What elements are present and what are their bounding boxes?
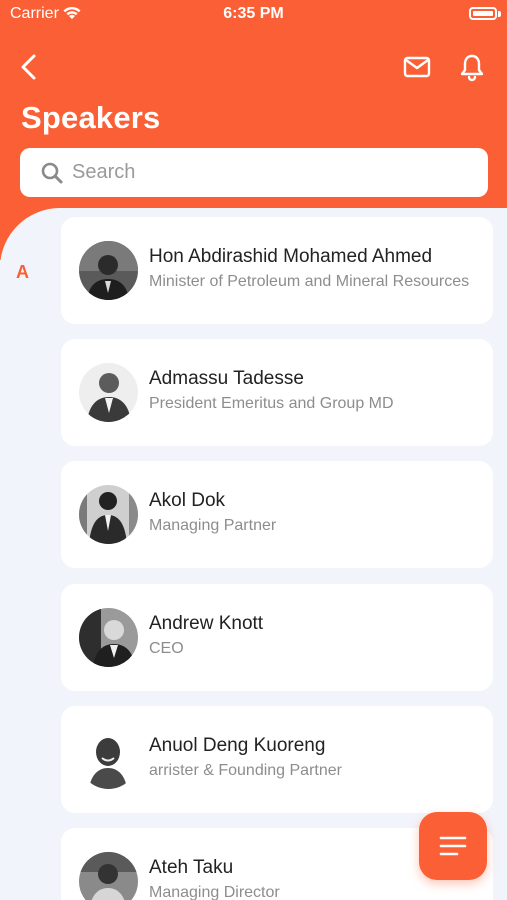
menu-lines-icon <box>439 836 467 856</box>
speaker-name: Andrew Knott <box>149 613 264 634</box>
status-bar: Carrier 6:35 PM <box>0 0 507 30</box>
mail-icon[interactable] <box>402 54 432 80</box>
speaker-role: arrister & Founding Partner <box>149 762 342 779</box>
speaker-role: Managing Director <box>149 884 280 900</box>
battery-tip <box>498 11 501 17</box>
search-input[interactable] <box>72 148 472 197</box>
avatar <box>79 241 138 300</box>
speaker-role: Minister of Petroleum and Mineral Resour… <box>149 273 470 290</box>
speaker-name: Hon Abdirashid Mohamed Ahmed <box>149 246 433 267</box>
speaker-card[interactable]: Admassu Tadesse President Emeritus and G… <box>61 339 493 446</box>
section-index-letter[interactable]: A <box>16 262 29 283</box>
avatar <box>79 485 138 544</box>
search-bar[interactable] <box>20 148 488 197</box>
menu-fab-button[interactable] <box>419 812 487 880</box>
bell-icon[interactable] <box>458 52 486 82</box>
speaker-card[interactable]: Hon Abdirashid Mohamed Ahmed Minister of… <box>61 217 493 324</box>
chevron-left-icon[interactable] <box>16 52 44 82</box>
speaker-list[interactable]: A Hon Abdirashid Mohamed Ahmed Minister … <box>0 208 507 900</box>
battery-icon <box>469 7 497 20</box>
speaker-card[interactable]: Akol Dok Managing Partner <box>61 461 493 568</box>
status-time: 6:35 PM <box>223 5 284 22</box>
speaker-name: Ateh Taku <box>149 857 234 878</box>
speaker-role: Managing Partner <box>149 517 277 534</box>
avatar <box>79 852 138 900</box>
speaker-name: Anuol Deng Kuoreng <box>149 735 326 756</box>
speaker-role: President Emeritus and Group MD <box>149 395 394 412</box>
speaker-name: Akol Dok <box>149 490 226 511</box>
avatar <box>79 730 138 789</box>
speaker-role: CEO <box>149 640 184 657</box>
page-title: Speakers <box>21 100 161 135</box>
speaker-card[interactable]: Andrew Knott CEO <box>61 584 493 691</box>
avatar <box>79 363 138 422</box>
avatar <box>79 608 138 667</box>
speaker-name: Admassu Tadesse <box>149 368 304 389</box>
speaker-card[interactable]: Anuol Deng Kuoreng arrister & Founding P… <box>61 706 493 813</box>
search-icon <box>41 162 63 184</box>
